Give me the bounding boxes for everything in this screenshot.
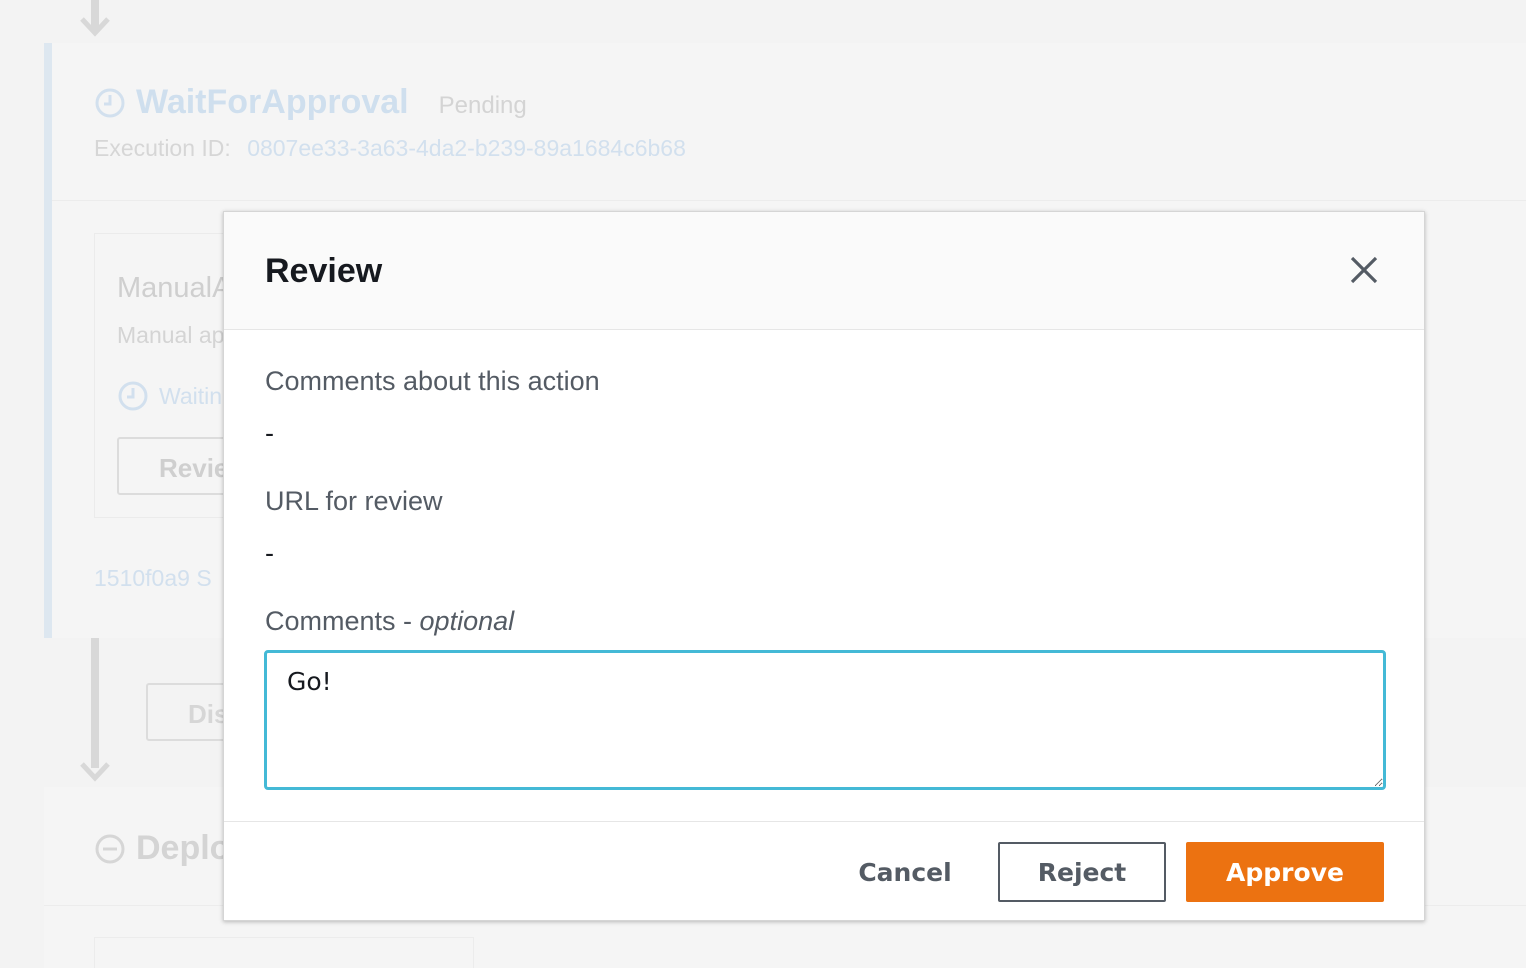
close-button[interactable] bbox=[1348, 254, 1380, 286]
arrow-down-icon bbox=[80, 17, 110, 37]
stage-title-row: WaitForApproval Pending bbox=[94, 83, 527, 122]
deploy-stage-title[interactable]: Deplo bbox=[136, 829, 230, 868]
execution-id-link[interactable]: 0807ee33-3a63-4da2-b239-89a1684c6b68 bbox=[247, 135, 686, 161]
arrow-down-icon bbox=[80, 762, 110, 782]
action-name: ManualA bbox=[117, 272, 232, 304]
comments-textarea[interactable]: Go! bbox=[264, 650, 1386, 790]
close-icon bbox=[1350, 256, 1378, 284]
comments-label: Comments - optional bbox=[265, 606, 514, 637]
reject-button[interactable]: Reject bbox=[998, 842, 1166, 902]
page: WaitForApproval Pending Execution ID: 08… bbox=[0, 0, 1526, 968]
optional-label: optional bbox=[419, 606, 515, 636]
modal-title: Review bbox=[265, 252, 383, 290]
execution-id-row: Execution ID: 0807ee33-3a63-4da2-b239-89… bbox=[94, 135, 686, 162]
action-status-label: Waitin bbox=[159, 382, 223, 409]
review-modal: Review Comments about this action - URL … bbox=[223, 211, 1425, 921]
commit-info: 1510f0a9 S bbox=[94, 565, 212, 591]
pipeline-connector bbox=[91, 638, 99, 768]
execution-id-label: Execution ID: bbox=[94, 135, 231, 161]
comments-about-value: - bbox=[265, 418, 274, 448]
cancel-button[interactable]: Cancel bbox=[810, 842, 1000, 902]
stage-header: WaitForApproval Pending Execution ID: 08… bbox=[52, 43, 1526, 201]
clock-icon bbox=[95, 88, 125, 117]
action-description: Manual ap bbox=[117, 322, 225, 348]
comments-label-text: Comments - bbox=[265, 606, 420, 636]
url-for-review-value: - bbox=[265, 538, 274, 568]
comments-about-label: Comments about this action bbox=[265, 366, 600, 396]
url-for-review-label: URL for review bbox=[265, 486, 443, 516]
modal-header: Review bbox=[224, 212, 1424, 330]
approve-button[interactable]: Approve bbox=[1186, 842, 1384, 902]
clock-icon bbox=[118, 381, 148, 411]
stage-title[interactable]: WaitForApproval bbox=[136, 83, 409, 122]
action-status: Waitin bbox=[117, 380, 222, 412]
modal-footer: Cancel Reject Approve bbox=[224, 821, 1424, 920]
stage-status: Pending bbox=[438, 91, 527, 119]
minus-circle-icon bbox=[95, 834, 125, 863]
deploy-action-card bbox=[94, 937, 474, 968]
deploy-title-row: Deplo bbox=[94, 829, 230, 868]
